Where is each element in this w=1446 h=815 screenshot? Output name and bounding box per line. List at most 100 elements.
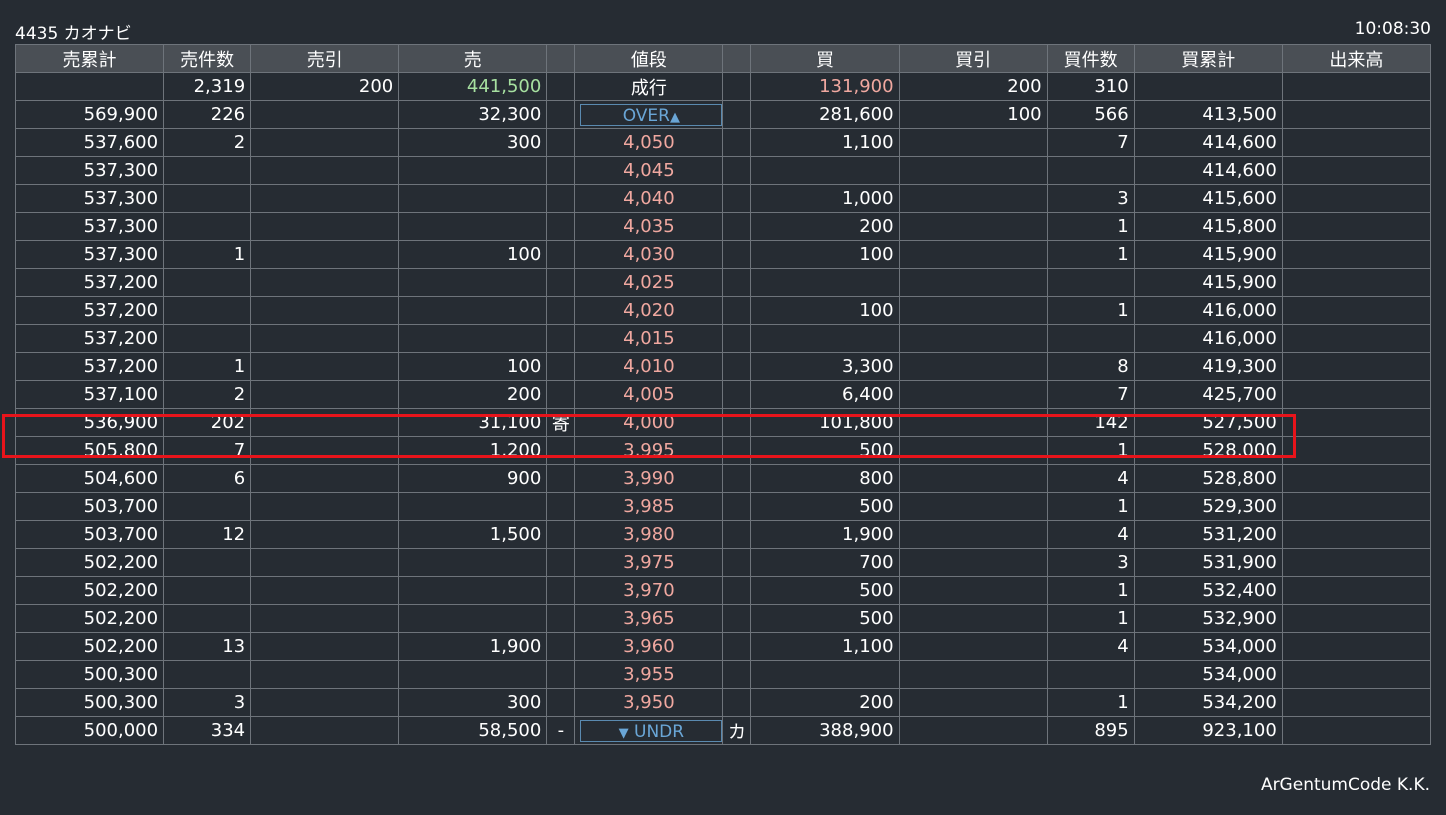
price-cell[interactable]: 4,010 (574, 352, 724, 381)
buy-qty[interactable]: 100 (750, 296, 900, 325)
price-cell[interactable]: 4,015 (574, 324, 724, 353)
sell-qty[interactable] (398, 156, 548, 185)
col-sell-qty[interactable]: 売 (398, 44, 548, 73)
sell-qty[interactable] (398, 268, 548, 297)
buy-qty[interactable]: 500 (750, 604, 900, 633)
price-level-row: 505,800 7 1,200 3,995 500 1 528,000 (14, 436, 1432, 465)
buy-qty[interactable]: 200 (750, 212, 900, 241)
col-price[interactable]: 値段 (574, 44, 724, 73)
price-cell[interactable]: 3,975 (574, 548, 724, 577)
buy-count (1046, 156, 1135, 185)
buy-qty[interactable]: 500 (750, 436, 900, 465)
over-button[interactable]: OVER▲ (580, 103, 722, 126)
buy-qty[interactable]: 1,100 (750, 128, 900, 157)
buy-qty[interactable] (750, 660, 900, 689)
sell-qty[interactable]: 100 (398, 352, 548, 381)
price-cell[interactable]: 4,040 (574, 184, 724, 213)
sell-cumulative: 537,300 (14, 184, 165, 213)
col-buy-flag (722, 44, 752, 73)
sell-count (163, 212, 252, 241)
price-cell[interactable]: 3,965 (574, 604, 724, 633)
price-cell[interactable]: 4,045 (574, 156, 724, 185)
sell-qty[interactable]: 32,300 (398, 100, 548, 129)
price-cell[interactable]: 4,035 (574, 212, 724, 241)
sell-qty[interactable]: 58,500 (398, 716, 548, 745)
price-cell[interactable]: 成行 (574, 72, 724, 101)
buy-qty[interactable]: 101,800 (750, 408, 900, 437)
col-volume[interactable]: 出来高 (1281, 44, 1432, 73)
sell-qty[interactable]: 100 (398, 240, 548, 269)
sell-qty[interactable] (398, 576, 548, 605)
sell-qty[interactable] (398, 660, 548, 689)
buy-qty[interactable]: 388,900 (750, 716, 900, 745)
volume-cell (1281, 352, 1432, 381)
col-sell-cumulative[interactable]: 売累計 (14, 44, 165, 73)
buy-qty[interactable] (750, 156, 900, 185)
sell-qty[interactable]: 1,200 (398, 436, 548, 465)
price-cell[interactable]: 3,985 (574, 492, 724, 521)
buy-qty[interactable] (750, 268, 900, 297)
price-cell[interactable]: 4,030 (574, 240, 724, 269)
sell-qty[interactable] (398, 324, 548, 353)
buy-discount (898, 128, 1048, 157)
buy-flag (722, 520, 752, 549)
col-buy-cumulative[interactable]: 買累計 (1133, 44, 1283, 73)
price-cell[interactable]: 4,000 (574, 408, 724, 437)
price-level-row: 537,300 4,040 1,000 3 415,600 (14, 184, 1432, 213)
sell-count: 6 (163, 464, 252, 493)
price-cell[interactable]: 4,050 (574, 128, 724, 157)
price-cell[interactable]: 4,020 (574, 296, 724, 325)
price-cell[interactable]: 3,970 (574, 576, 724, 605)
sell-flag (546, 464, 576, 493)
sell-qty[interactable] (398, 296, 548, 325)
price-cell[interactable]: 3,955 (574, 660, 724, 689)
buy-qty[interactable]: 1,000 (750, 184, 900, 213)
col-buy-discount[interactable]: 買引 (898, 44, 1048, 73)
sell-qty[interactable]: 300 (398, 128, 548, 157)
price-cell[interactable]: 3,990 (574, 464, 724, 493)
sell-qty[interactable]: 31,100 (398, 408, 548, 437)
sell-qty[interactable] (398, 604, 548, 633)
buy-qty[interactable]: 100 (750, 240, 900, 269)
buy-qty[interactable] (750, 324, 900, 353)
sell-cumulative: 537,600 (14, 128, 165, 157)
buy-qty[interactable]: 700 (750, 548, 900, 577)
sell-qty[interactable]: 1,500 (398, 520, 548, 549)
price-cell[interactable]: 3,960 (574, 632, 724, 661)
col-sell-count[interactable]: 売件数 (163, 44, 252, 73)
col-buy-count[interactable]: 買件数 (1046, 44, 1135, 73)
price-cell[interactable]: 3,980 (574, 520, 724, 549)
sell-qty[interactable]: 441,500 (398, 72, 548, 101)
sell-discount (250, 576, 400, 605)
buy-qty[interactable]: 6,400 (750, 380, 900, 409)
buy-qty[interactable]: 1,100 (750, 632, 900, 661)
sell-qty[interactable] (398, 184, 548, 213)
price-cell[interactable]: 3,995 (574, 436, 724, 465)
col-sell-discount[interactable]: 売引 (250, 44, 400, 73)
price-cell[interactable]: 4,005 (574, 380, 724, 409)
buy-qty[interactable]: 500 (750, 576, 900, 605)
sell-qty[interactable]: 300 (398, 688, 548, 717)
buy-qty[interactable]: 1,900 (750, 520, 900, 549)
under-button[interactable]: ▼ UNDR (580, 719, 722, 742)
buy-flag (722, 492, 752, 521)
volume-cell (1281, 184, 1432, 213)
sell-qty[interactable] (398, 548, 548, 577)
buy-qty[interactable]: 200 (750, 688, 900, 717)
buy-qty[interactable]: 3,300 (750, 352, 900, 381)
col-buy-qty[interactable]: 買 (750, 44, 900, 73)
price-cell[interactable]: 3,950 (574, 688, 724, 717)
price-cell[interactable]: 4,025 (574, 268, 724, 297)
sell-qty[interactable] (398, 212, 548, 241)
buy-qty[interactable]: 800 (750, 464, 900, 493)
buy-qty[interactable]: 500 (750, 492, 900, 521)
sell-qty[interactable]: 1,900 (398, 632, 548, 661)
sell-qty[interactable] (398, 492, 548, 521)
buy-discount (898, 352, 1048, 381)
sell-flag: - (546, 716, 576, 745)
buy-qty[interactable]: 281,600 (750, 100, 900, 129)
sell-qty[interactable]: 200 (398, 380, 548, 409)
buy-qty[interactable]: 131,900 (750, 72, 900, 101)
sell-qty[interactable]: 900 (398, 464, 548, 493)
volume-cell (1281, 324, 1432, 353)
